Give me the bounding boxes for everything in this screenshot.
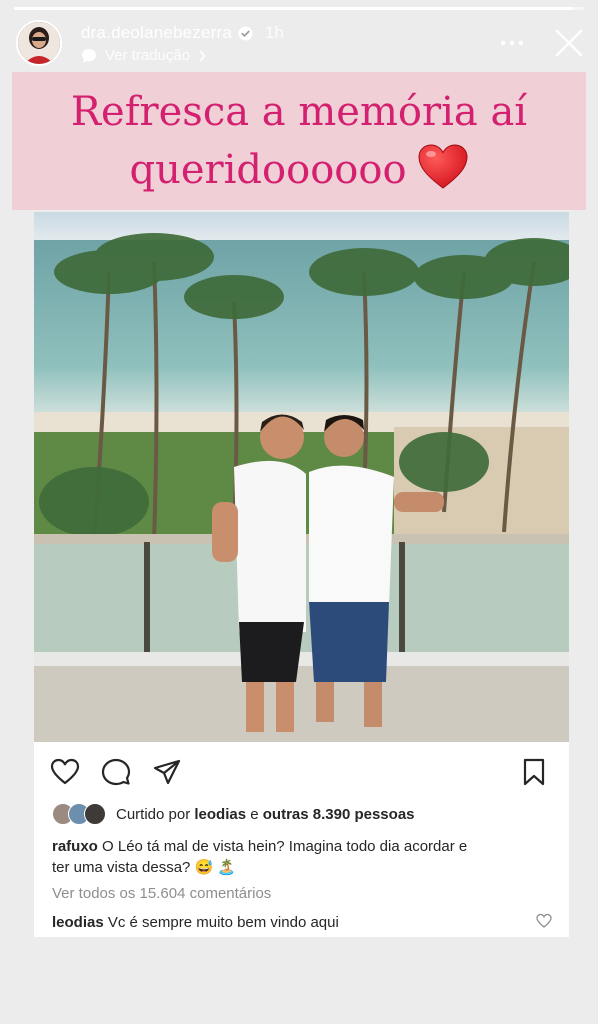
red-heart-emoji-icon bbox=[418, 144, 468, 189]
likes-user[interactable]: leodias bbox=[194, 806, 246, 823]
beach-photo-image bbox=[34, 212, 569, 742]
comment-leodias: leodias Vc é sempre muito bem vindo aqui bbox=[52, 912, 339, 933]
view-all-comments-link[interactable]: Ver todos os 15.604 comentários bbox=[52, 885, 271, 902]
shared-post[interactable]: Curtido por leodias e outras 8.390 pesso… bbox=[34, 212, 569, 937]
comment-rafuxo: rafuxo O Léo tá mal de vista hein? Imagi… bbox=[52, 836, 467, 878]
likes-prefix: Curtido por bbox=[116, 805, 191, 823]
verified-badge-icon bbox=[238, 25, 253, 41]
comment-icon[interactable] bbox=[101, 758, 131, 786]
caption-line-2-row: queridoooooo bbox=[129, 141, 468, 199]
comment-text-line1: O Léo tá mal de vista hein? Imagina todo… bbox=[102, 838, 468, 855]
heart-icon[interactable] bbox=[50, 758, 80, 786]
likes-connector: e bbox=[250, 805, 259, 823]
caption-line-2: queridoooooo bbox=[129, 147, 407, 193]
more-options-icon[interactable] bbox=[498, 33, 526, 53]
comment-user[interactable]: rafuxo bbox=[52, 838, 98, 855]
comment-user[interactable]: leodias bbox=[52, 914, 104, 931]
comment-text-line2: ter uma vista dessa? 😅 🏝️ bbox=[52, 859, 237, 876]
story-progress-bar bbox=[14, 7, 584, 10]
post-time: 1h bbox=[265, 23, 284, 42]
close-icon[interactable] bbox=[554, 28, 584, 58]
username-row: dra.deolanebezerra 1h bbox=[81, 23, 284, 43]
liker-avatars bbox=[52, 803, 110, 825]
comment-like-heart-icon[interactable] bbox=[536, 913, 552, 929]
likes-others[interactable]: outras 8.390 pessoas bbox=[263, 806, 415, 823]
username[interactable]: dra.deolanebezerra bbox=[81, 23, 232, 43]
avatar[interactable] bbox=[16, 20, 62, 66]
story-caption: Refresca a memória aí queridoooooo bbox=[12, 72, 586, 210]
comment-text: Vc é sempre muito bem vindo aqui bbox=[107, 914, 339, 931]
caption-line-1: Refresca a memória aí bbox=[70, 89, 528, 135]
translate-bubble-icon bbox=[82, 48, 96, 63]
likes-summary[interactable]: Curtido por leodias e outras 8.390 pesso… bbox=[52, 802, 415, 826]
share-icon[interactable] bbox=[152, 758, 182, 786]
post-action-bar bbox=[34, 742, 569, 794]
post-photo[interactable] bbox=[34, 212, 569, 742]
translate-link[interactable]: Ver tradução bbox=[81, 47, 206, 64]
chevron-right-icon bbox=[199, 49, 206, 62]
liker-avatar bbox=[84, 803, 106, 825]
story-header: dra.deolanebezerra 1h Ver tradução bbox=[16, 20, 584, 66]
translate-label: Ver tradução bbox=[105, 47, 191, 64]
story-progress-fill bbox=[14, 7, 573, 10]
bookmark-icon[interactable] bbox=[519, 758, 549, 786]
